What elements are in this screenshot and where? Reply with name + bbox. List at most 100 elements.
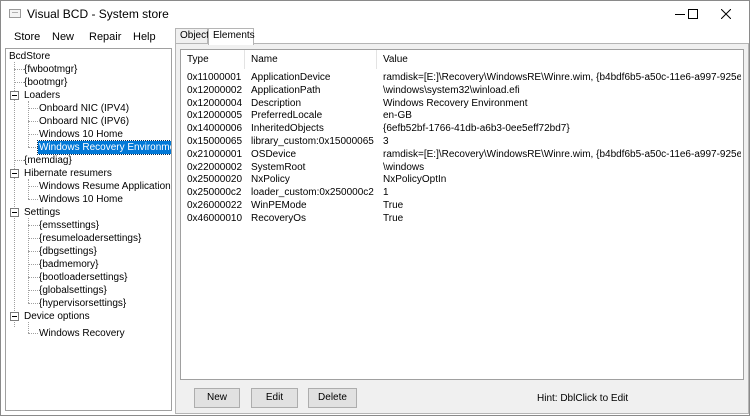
tree-line xyxy=(14,62,15,327)
cell-value: NxPolicyOptIn xyxy=(383,174,447,186)
collapse-hibernate-icon[interactable] xyxy=(10,169,19,178)
tree-item-loader-selected[interactable]: Windows Recovery Environment xyxy=(37,140,171,155)
tree-item-setting[interactable]: {dbgsettings} xyxy=(38,245,98,258)
cell-value: ramdisk=[E:]\Recovery\WindowsRE\Winre.wi… xyxy=(383,148,741,160)
column-header-value[interactable]: Value xyxy=(377,50,743,69)
collapse-device-options-icon[interactable] xyxy=(10,312,19,321)
cell-name: library_custom:0x15000065 xyxy=(251,136,374,147)
tree-item-bootmgr[interactable]: {bootmgr} xyxy=(23,76,68,89)
cell-name: RecoveryOs xyxy=(251,212,307,224)
tree-item-memdiag[interactable]: {memdiag} xyxy=(23,154,73,167)
tree-root-bcdstore[interactable]: BcdStore xyxy=(8,50,51,63)
table-row[interactable]: 0x11000001 ApplicationDevice ramdisk=[E:]\… xyxy=(181,71,743,84)
table-row[interactable]: 0x25000020 NxPolicy NxPolicyOptIn xyxy=(181,173,743,186)
table-row[interactable]: 0x26000022 WinPEMode True xyxy=(181,199,743,212)
tree-item-resumer[interactable]: Windows Resume Application xyxy=(38,180,171,193)
app-icon xyxy=(9,9,21,18)
cell-name: InheritedObjects xyxy=(251,123,324,135)
tree-line xyxy=(28,303,38,304)
cell-name: PreferredLocale xyxy=(251,110,323,122)
tree-item-loader[interactable]: Windows 10 Home xyxy=(38,128,124,141)
collapse-loaders-icon[interactable] xyxy=(10,91,19,100)
tree-line xyxy=(28,290,38,291)
tree-item-setting[interactable]: {resumeloadersettings} xyxy=(38,232,142,245)
tree-item-loader[interactable]: Onboard NIC (IPV4) xyxy=(38,102,130,115)
tree-line xyxy=(28,134,38,135)
cell-value: \windows\system32\winload.efi xyxy=(383,84,520,96)
tab-object[interactable]: Object xyxy=(175,28,209,44)
tree-item-fwbootmgr[interactable]: {fwbootmgr} xyxy=(23,63,78,76)
maximize-icon xyxy=(688,9,698,19)
tree-line xyxy=(28,225,38,226)
tree-item-setting[interactable]: {globalsettings} xyxy=(38,284,108,297)
store-tree[interactable]: BcdStore {fwbootmgr} {bootmgr} Loaders O… xyxy=(5,48,172,411)
tree-item-loader[interactable]: Onboard NIC (IPV6) xyxy=(38,115,130,128)
tree-line xyxy=(28,108,38,109)
menu-new[interactable]: New xyxy=(52,31,74,43)
tree-item-settings[interactable]: Settings xyxy=(23,206,61,219)
delete-element-button[interactable]: Delete xyxy=(308,388,357,408)
menu-repair[interactable]: Repair xyxy=(89,31,121,43)
cell-type: 0x14000006 xyxy=(187,123,243,135)
tab-elements[interactable]: Elements xyxy=(208,28,255,45)
tree-item-setting[interactable]: {emssettings} xyxy=(38,219,100,232)
collapse-settings-icon[interactable] xyxy=(10,208,19,217)
cell-value: Windows Recovery Environment xyxy=(383,97,528,109)
tree-item-setting[interactable]: {bootloadersettings} xyxy=(38,271,128,284)
tree-item-device-options[interactable]: Device options xyxy=(23,310,91,323)
cell-value: 3 xyxy=(383,136,389,147)
table-row[interactable]: 0x250000c2 loader_custom:0x250000c2 1 xyxy=(181,186,743,199)
tree-item-device[interactable]: Windows Recovery xyxy=(38,327,126,340)
close-button[interactable] xyxy=(703,1,749,27)
cell-value: \windows xyxy=(383,161,425,173)
column-header-type[interactable]: Type xyxy=(181,50,245,69)
table-row[interactable]: 0x14000006 InheritedObjects {6efb52bf-1766… xyxy=(181,122,743,135)
menu-store[interactable]: Store xyxy=(14,31,40,43)
cell-name: NxPolicy xyxy=(251,174,290,186)
tree-item-resumer[interactable]: Windows 10 Home xyxy=(38,193,124,206)
tree-item-setting[interactable]: {hypervisorsettings} xyxy=(38,297,127,310)
app-window: Visual BCD - System store Store New Repa… xyxy=(0,0,750,416)
tree-line xyxy=(28,277,38,278)
cell-type: 0x15000065 xyxy=(187,136,243,147)
cell-type: 0x11000001 xyxy=(187,72,242,83)
table-row[interactable]: 0x12000002 ApplicationPath \windows\system… xyxy=(181,84,743,97)
cell-value: True xyxy=(383,200,404,211)
cell-type: 0x26000022 xyxy=(187,200,243,211)
table-row[interactable]: 0x46000010 RecoveryOs True xyxy=(181,212,743,225)
tree-line xyxy=(28,264,38,265)
tree-item-setting[interactable]: {badmemory} xyxy=(38,258,99,271)
table-row[interactable]: 0x12000004 Description Windows Recovery En… xyxy=(181,97,743,110)
cell-value: en-GB xyxy=(383,110,412,122)
cell-type: 0x25000020 xyxy=(187,174,243,186)
table-row[interactable]: 0x15000065 library_custom:0x15000065 3 xyxy=(181,135,743,148)
table-row[interactable]: 0x12000005 PreferredLocale en-GB xyxy=(181,109,743,122)
cell-value: {6efb52bf-1766-41db-a6b3-0ee5eff72bd7} xyxy=(383,123,570,135)
table-row[interactable]: 0x21000001 OSDevice ramdisk=[E:]\Recovery\… xyxy=(181,148,743,161)
cell-type: 0x46000010 xyxy=(187,212,243,224)
menu-help[interactable]: Help xyxy=(133,31,156,43)
cell-name: OSDevice xyxy=(251,148,297,160)
tree-line xyxy=(28,322,29,333)
table-row[interactable]: 0x22000002 SystemRoot \windows xyxy=(181,161,743,174)
tree-line xyxy=(28,147,38,148)
cell-type: 0x12000004 xyxy=(187,97,243,109)
tree-line xyxy=(28,179,29,199)
column-header-name[interactable]: Name xyxy=(245,50,377,69)
tree-line xyxy=(28,251,38,252)
cell-name: WinPEMode xyxy=(251,200,307,211)
hint-text: Hint: DblClick to Edit xyxy=(537,393,629,404)
tree-line xyxy=(28,186,38,187)
tree-item-hibernate-resumers[interactable]: Hibernate resumers xyxy=(23,167,113,180)
close-icon xyxy=(721,9,731,19)
cell-name: ApplicationPath xyxy=(251,84,321,96)
tree-line xyxy=(28,199,38,200)
new-element-button[interactable]: New xyxy=(194,388,240,408)
elements-list[interactable]: Type Name Value 0x11000001 ApplicationDev… xyxy=(180,49,744,380)
title-bar[interactable]: Visual BCD - System store xyxy=(1,1,749,27)
tree-item-loaders[interactable]: Loaders xyxy=(23,89,61,102)
edit-element-button[interactable]: Edit xyxy=(251,388,298,408)
cell-type: 0x12000002 xyxy=(187,84,243,96)
tree-line xyxy=(28,333,38,334)
cell-name: Description xyxy=(251,97,302,109)
